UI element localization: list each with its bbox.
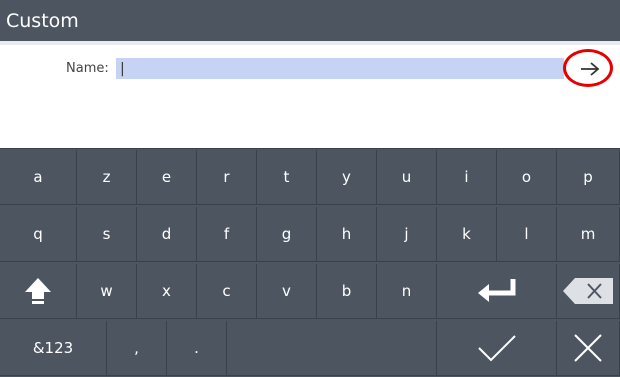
next-button[interactable] [572, 55, 608, 83]
key-e[interactable]: e [137, 150, 197, 205]
keyboard-row-1: a z e r t y u i o p [0, 150, 620, 206]
key-x[interactable]: x [137, 264, 197, 319]
shift-key[interactable] [0, 264, 77, 319]
key-w[interactable]: w [77, 264, 137, 319]
symbols-key[interactable]: &123 [0, 321, 107, 376]
key-comma[interactable]: , [107, 321, 167, 376]
confirm-button[interactable] [437, 321, 557, 376]
space-key[interactable] [227, 321, 437, 376]
enter-key[interactable] [437, 264, 557, 319]
key-a[interactable]: a [0, 150, 77, 205]
custom-dialog: Custom Name: a z e r t y u i o p q s d f… [0, 0, 620, 377]
key-h[interactable]: h [317, 207, 377, 262]
key-c[interactable]: c [197, 264, 257, 319]
on-screen-keyboard: a z e r t y u i o p q s d f g h j k l m [0, 148, 620, 377]
key-l[interactable]: l [497, 207, 557, 262]
key-r[interactable]: r [197, 150, 257, 205]
key-v[interactable]: v [257, 264, 317, 319]
shift-icon [25, 278, 51, 304]
key-i[interactable]: i [437, 150, 497, 205]
keyboard-row-2: q s d f g h j k l m [0, 207, 620, 263]
key-k[interactable]: k [437, 207, 497, 262]
keyboard-row-4: &123 , . [0, 321, 620, 377]
key-f[interactable]: f [197, 207, 257, 262]
name-label: Name: [66, 61, 109, 76]
key-u[interactable]: u [377, 150, 437, 205]
key-p[interactable]: p [557, 150, 620, 205]
close-icon [574, 334, 602, 362]
backspace-key[interactable] [557, 264, 620, 319]
key-period[interactable]: . [167, 321, 227, 376]
keyboard-row-3: w x c v b n [0, 264, 620, 320]
key-d[interactable]: d [137, 207, 197, 262]
key-t[interactable]: t [257, 150, 317, 205]
key-y[interactable]: y [317, 150, 377, 205]
backspace-icon [563, 278, 613, 304]
key-g[interactable]: g [257, 207, 317, 262]
title-bar: Custom [0, 0, 620, 45]
enter-icon [477, 279, 515, 302]
key-o[interactable]: o [497, 150, 557, 205]
checkmark-icon [477, 335, 516, 362]
key-s[interactable]: s [77, 207, 137, 262]
key-n[interactable]: n [377, 264, 437, 319]
key-j[interactable]: j [377, 207, 437, 262]
key-m[interactable]: m [557, 207, 620, 262]
name-input[interactable] [116, 58, 564, 79]
key-z[interactable]: z [77, 150, 137, 205]
cancel-button[interactable] [557, 321, 620, 376]
window-title: Custom [6, 10, 79, 32]
arrow-right-icon [581, 62, 600, 76]
key-q[interactable]: q [0, 207, 77, 262]
key-b[interactable]: b [317, 264, 377, 319]
